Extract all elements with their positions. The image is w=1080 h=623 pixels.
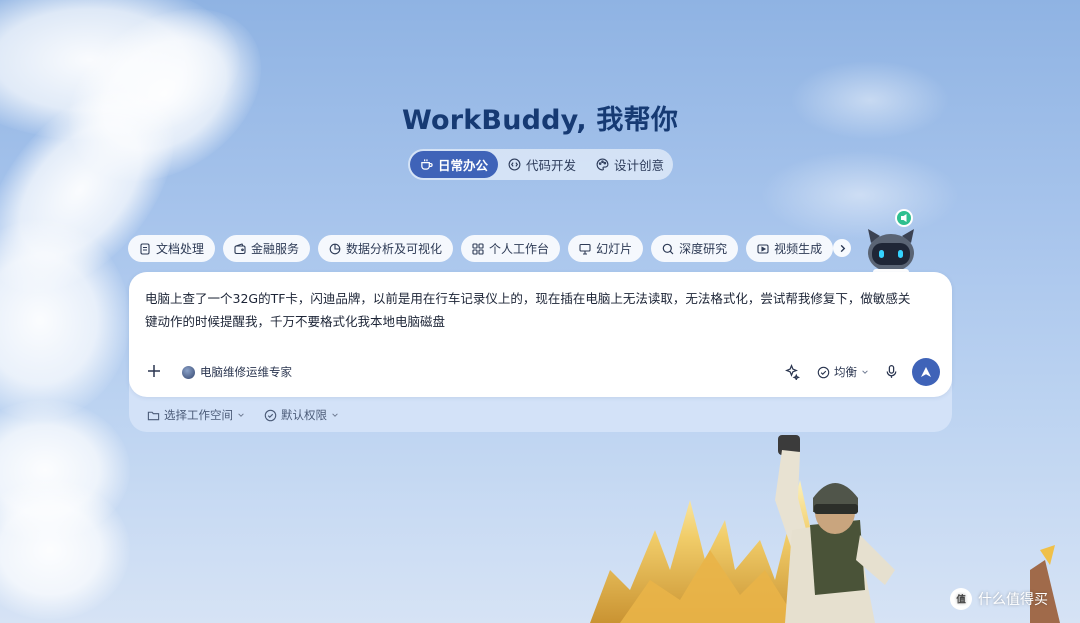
search-icon bbox=[662, 243, 674, 254]
chip-label: 视频生成 bbox=[774, 242, 823, 256]
watermark-text: 什么值得买 bbox=[978, 592, 1048, 608]
agent-label: 电脑维修运维专家 bbox=[200, 365, 292, 379]
presentation-icon bbox=[579, 243, 591, 255]
chip-label: 深度研究 bbox=[679, 242, 728, 256]
wallet-icon bbox=[234, 242, 246, 254]
chip-label: 个人工作台 bbox=[489, 242, 550, 256]
category-chips: 文档处理 金融服务 数据分析及可视化 个人工作台 幻灯片 深度研究 视频生成 bbox=[128, 235, 834, 262]
pie-chart-icon bbox=[329, 243, 341, 254]
mode-tabs: 日常办公 代码开发 设计创意 bbox=[408, 149, 673, 180]
svg-text:值: 值 bbox=[956, 594, 966, 606]
add-attachment-button[interactable] bbox=[146, 363, 162, 379]
watermark: 值 什么值得买 bbox=[950, 588, 1048, 610]
chip-document-processing[interactable]: 文档处理 bbox=[128, 235, 216, 262]
sparkle-icon[interactable] bbox=[783, 363, 800, 380]
palette-icon bbox=[596, 158, 609, 171]
folder-icon bbox=[147, 411, 160, 420]
chip-slides[interactable]: 幻灯片 bbox=[568, 235, 644, 262]
agent-selector[interactable]: 电脑维修运维专家 bbox=[182, 364, 292, 380]
tab-label: 日常办公 bbox=[438, 158, 489, 173]
tab-label: 设计创意 bbox=[614, 158, 665, 173]
tab-daily-office[interactable]: 日常办公 bbox=[410, 151, 499, 178]
watermark-logo-icon: 值 bbox=[950, 588, 972, 610]
workspace-label: 选择工作空间 bbox=[164, 408, 233, 422]
chip-label: 幻灯片 bbox=[596, 242, 633, 256]
chevron-down-icon bbox=[238, 413, 244, 417]
chip-label: 数据分析及可视化 bbox=[346, 242, 443, 256]
avatar bbox=[182, 365, 195, 379]
tab-design-creative[interactable]: 设计创意 bbox=[586, 151, 674, 178]
video-icon bbox=[757, 243, 769, 254]
chevron-right-icon bbox=[840, 244, 845, 252]
permission-label: 默认权限 bbox=[281, 408, 327, 422]
permission-selector[interactable]: 默认权限 bbox=[264, 407, 339, 423]
check-circle-icon bbox=[817, 366, 830, 378]
page-title: WorkBuddy, 我帮你 bbox=[401, 105, 679, 136]
workspace-selector[interactable]: 选择工作空间 bbox=[147, 407, 245, 423]
tab-code-dev[interactable]: 代码开发 bbox=[498, 151, 586, 178]
document-icon bbox=[140, 242, 150, 255]
cup-icon bbox=[421, 159, 433, 170]
robot-mascot bbox=[868, 209, 914, 277]
chip-data-analysis[interactable]: 数据分析及可视化 bbox=[318, 235, 454, 262]
chevron-down-icon bbox=[862, 370, 868, 374]
chips-next-button[interactable] bbox=[833, 239, 851, 257]
code-icon bbox=[508, 158, 521, 171]
mode-label: 均衡 bbox=[834, 365, 857, 379]
send-button[interactable] bbox=[912, 358, 940, 386]
microphone-icon[interactable] bbox=[883, 363, 900, 380]
grid-icon bbox=[472, 242, 484, 255]
chip-video-generation[interactable]: 视频生成 bbox=[746, 235, 834, 262]
chevron-down-icon bbox=[332, 413, 338, 417]
composer-card: 电脑上查了一个32G的TF卡，闪迪品牌，以前是用在行车记录仪上的，现在插在电脑上… bbox=[129, 272, 952, 397]
shield-check-icon bbox=[264, 409, 277, 421]
chip-label: 金融服务 bbox=[251, 242, 300, 256]
mode-dropdown[interactable]: 均衡 bbox=[817, 364, 869, 380]
tab-label: 代码开发 bbox=[526, 158, 577, 173]
send-arrow-icon bbox=[921, 367, 931, 377]
chip-deep-research[interactable]: 深度研究 bbox=[651, 235, 739, 262]
chip-personal-workspace[interactable]: 个人工作台 bbox=[461, 235, 561, 262]
prompt-input[interactable]: 电脑上查了一个32G的TF卡，闪迪品牌，以前是用在行车记录仪上的，现在插在电脑上… bbox=[145, 287, 915, 333]
chip-label: 文档处理 bbox=[156, 242, 205, 256]
chip-financial-services[interactable]: 金融服务 bbox=[223, 235, 311, 262]
